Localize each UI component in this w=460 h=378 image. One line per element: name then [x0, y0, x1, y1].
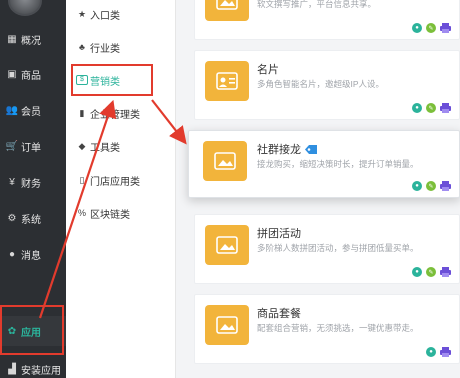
install-icon: ▟	[8, 363, 16, 375]
app-card-selected[interactable]: 社群接龙 接龙购买，缩短决策时长，提升订单销量。 ● ✎	[188, 130, 460, 198]
category-item-tools[interactable]: ◆ 工具类	[76, 136, 120, 156]
sidebar-item-members[interactable]: 👥 会员	[0, 95, 66, 125]
print-icon[interactable]	[440, 181, 451, 191]
chat-icon: ●	[8, 248, 16, 260]
gear-icon: ⚙	[7, 212, 17, 224]
edit-icon[interactable]: ✎	[426, 267, 436, 277]
app-tile	[205, 225, 249, 265]
app-description: 多阶梯人数拼团活动，参与拼团低量买单。	[257, 243, 419, 253]
app-card[interactable]: 商品套餐 配套组合营销，无须挑选，一键优惠带走。 ●	[194, 294, 460, 364]
avatar[interactable]	[8, 0, 42, 16]
app-title-row: 社群接龙	[257, 141, 317, 157]
link-icon: %	[77, 208, 86, 218]
wechat-icon[interactable]: ●	[412, 267, 422, 277]
app-actions: ● ✎	[412, 181, 451, 191]
category-label: 行业类	[90, 43, 120, 55]
wechat-icon[interactable]: ●	[412, 103, 422, 113]
sidebar-item-goods[interactable]: ▣ 商品	[0, 59, 66, 89]
sidebar-item-messages[interactable]: ● 消息	[0, 239, 66, 269]
id-card-icon	[216, 72, 238, 90]
app-title: 名片	[257, 64, 279, 76]
apps-highlight-box	[0, 305, 64, 355]
app-tile	[203, 141, 247, 181]
app-description: 配套组合营销，无须挑选，一键优惠带走。	[257, 323, 419, 333]
star-icon: ★	[77, 8, 87, 19]
category-label: 入口类	[90, 10, 120, 22]
app-description: 软文撰写推广，平台信息共享。	[257, 0, 377, 9]
image-icon	[214, 152, 236, 170]
sidebar-item-overview[interactable]: ▦ 概况	[0, 24, 66, 54]
app-card[interactable]: 软文撰写推广，平台信息共享。 ● ✎	[194, 0, 460, 40]
category-list: ★ 入口类 ♣ 行业类 $ 营销类 ▮ 企业管理类 ◆ 工具类 ▯ 门店应用类 …	[66, 0, 176, 378]
app-description: 多角色智能名片，邀超级IP人设。	[257, 79, 385, 89]
sidebar-item-system[interactable]: ⚙ 系统	[0, 203, 66, 233]
category-label: 企业管理类	[90, 109, 140, 121]
app-description: 接龙购买，缩短决策时长，提升订单销量。	[257, 159, 419, 169]
store-icon: ▯	[79, 174, 85, 185]
marketing-highlight-box	[71, 64, 153, 96]
sidebar-item-label: 财务	[21, 178, 41, 190]
edit-icon[interactable]: ✎	[426, 103, 436, 113]
briefcase-icon: ▮	[79, 107, 85, 118]
print-icon[interactable]	[440, 347, 451, 357]
sitemap-icon: ♣	[79, 42, 85, 52]
category-item-entry[interactable]: ★ 入口类	[76, 4, 120, 24]
app-title: 拼团活动	[257, 228, 301, 240]
category-item-enterprise[interactable]: ▮ 企业管理类	[76, 103, 140, 123]
sidebar-item-label: 消息	[21, 250, 41, 262]
print-icon[interactable]	[440, 267, 451, 277]
sidebar-item-finance[interactable]: ¥ 财务	[0, 167, 66, 197]
category-label: 工具类	[90, 142, 120, 154]
app-card[interactable]: 名片 多角色智能名片，邀超级IP人设。 ● ✎	[194, 50, 460, 120]
edit-icon[interactable]: ✎	[426, 23, 436, 33]
sidebar-item-label: 安装应用	[21, 365, 61, 377]
yen-icon: ¥	[9, 176, 15, 188]
app-tile	[205, 61, 249, 101]
cart-icon: 🛒	[5, 140, 19, 152]
members-icon: 👥	[5, 104, 19, 116]
category-item-blockchain[interactable]: % 区块链类	[76, 203, 130, 223]
sidebar-item-install-apps[interactable]: ▟ 安装应用	[0, 354, 66, 378]
print-icon[interactable]	[440, 103, 451, 113]
image-icon	[216, 236, 238, 254]
print-icon[interactable]	[440, 23, 451, 33]
app-title: 商品套餐	[257, 308, 301, 320]
image-icon	[216, 316, 238, 334]
sidebar-item-label: 概况	[21, 35, 41, 47]
sidebar-item-label: 会员	[21, 106, 41, 118]
sidebar-item-label: 系统	[21, 214, 41, 226]
category-item-industry[interactable]: ♣ 行业类	[76, 37, 120, 57]
app-actions: ●	[426, 347, 451, 357]
category-label: 区块链类	[90, 209, 130, 221]
app-tile	[205, 305, 249, 345]
category-label: 门店应用类	[90, 176, 140, 188]
goods-icon: ▣	[7, 68, 17, 80]
app-actions: ● ✎	[412, 267, 451, 277]
app-tile	[205, 0, 249, 21]
tag-icon	[305, 144, 317, 154]
wechat-icon[interactable]: ●	[426, 347, 436, 357]
app-actions: ● ✎	[412, 23, 451, 33]
edit-icon[interactable]: ✎	[426, 181, 436, 191]
app-card[interactable]: 拼团活动 多阶梯人数拼团活动，参与拼团低量买单。 ● ✎	[194, 214, 460, 284]
category-item-store[interactable]: ▯ 门店应用类	[76, 170, 140, 190]
sidebar-item-orders[interactable]: 🛒 订单	[0, 131, 66, 161]
tag-icon: ◆	[78, 140, 86, 151]
image-icon	[216, 0, 238, 10]
app-card-list: 软文撰写推广，平台信息共享。 ● ✎ 名片 多角色智能名片，邀超级IP人设。 ●…	[176, 0, 460, 378]
app-actions: ● ✎	[412, 103, 451, 113]
wechat-icon[interactable]: ●	[412, 181, 422, 191]
app-title: 社群接龙	[257, 144, 301, 156]
sidebar-item-label: 商品	[21, 70, 41, 82]
overview-icon: ▦	[7, 33, 17, 45]
wechat-icon[interactable]: ●	[412, 23, 422, 33]
sidebar-item-label: 订单	[21, 142, 41, 154]
